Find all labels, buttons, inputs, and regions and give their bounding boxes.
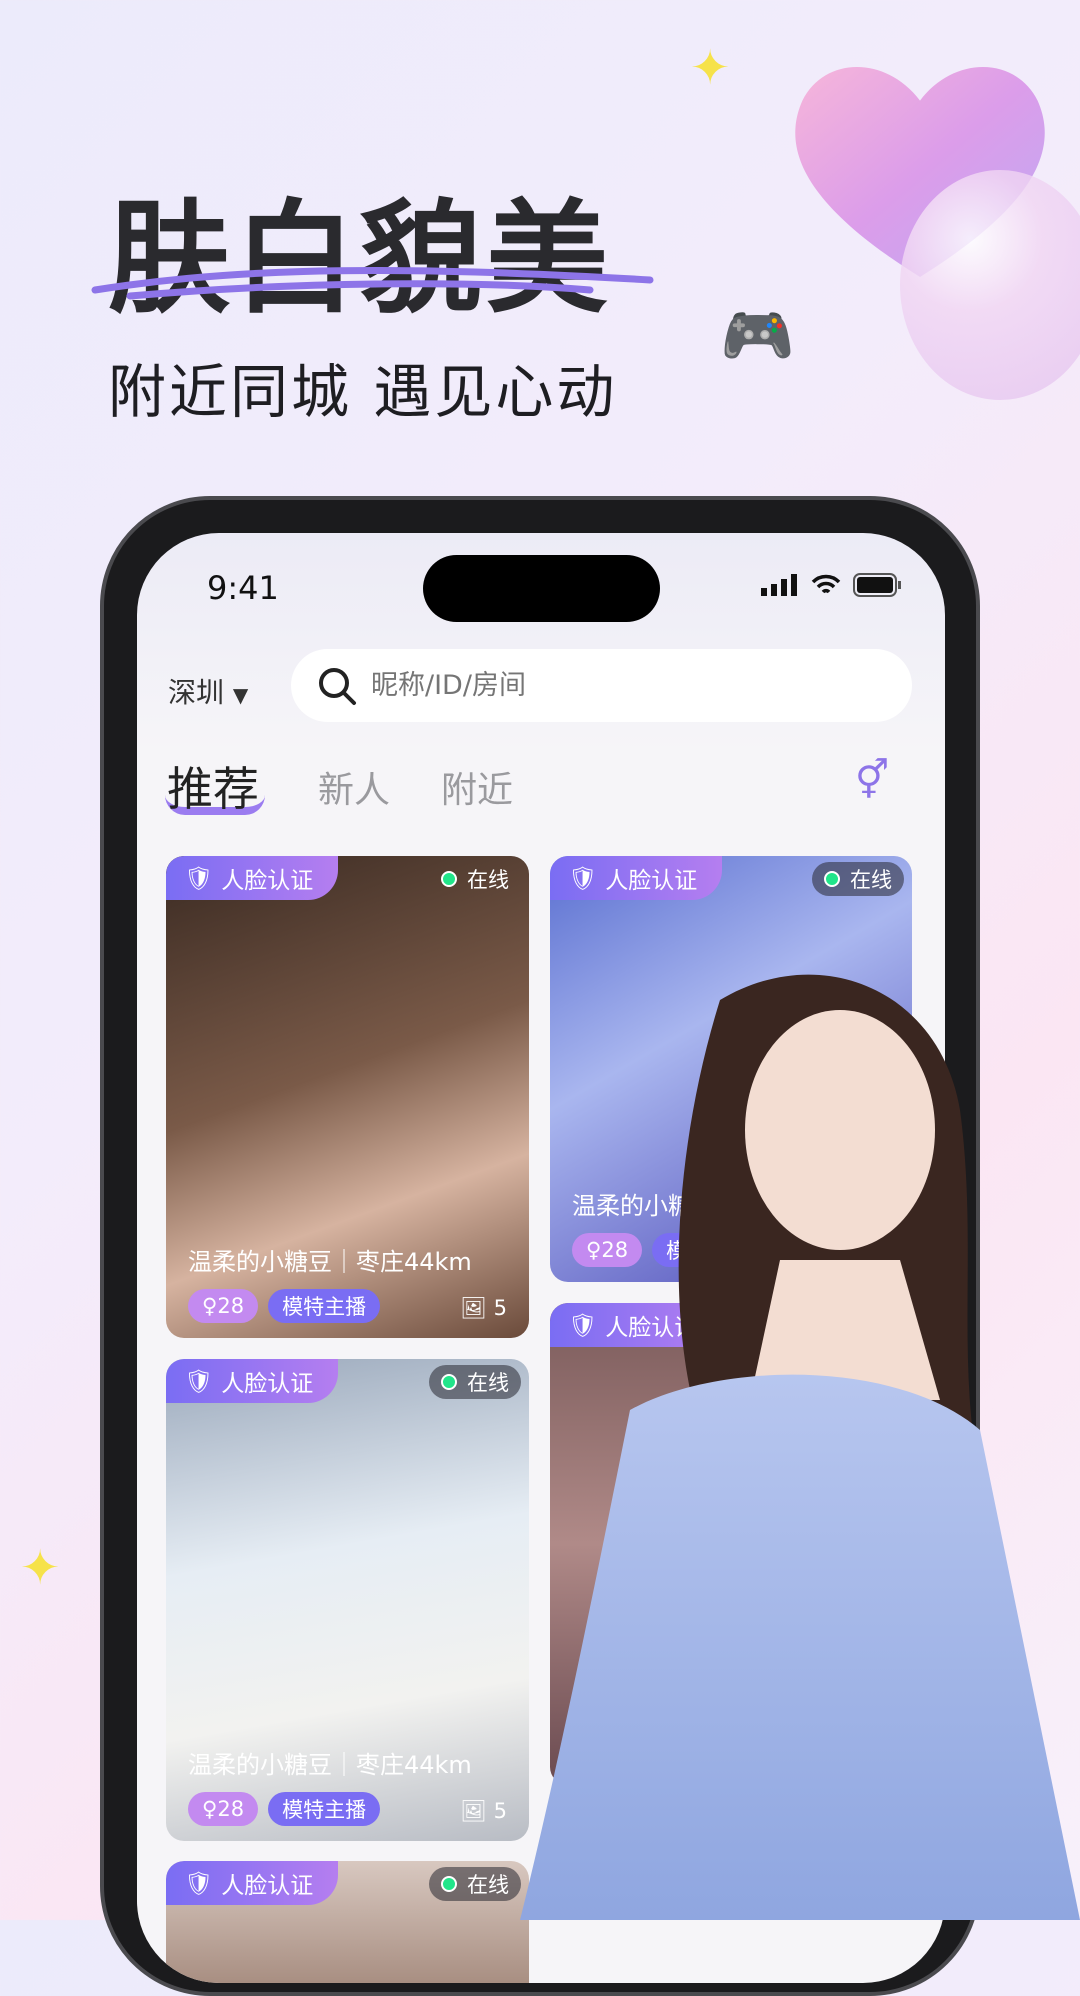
image-icon: 🖼 (460, 1296, 487, 1320)
sparkle-icon: ✦ (20, 1540, 61, 1596)
status-time: 9:41 (207, 569, 279, 607)
decor-bubble (900, 170, 1080, 400)
online-status: 在线 (429, 862, 521, 896)
status-icons (761, 573, 903, 597)
online-status: 在线 (429, 1365, 521, 1399)
image-icon: 🖼 (460, 1799, 487, 1823)
signal-icon (761, 574, 797, 596)
age-tag: ♀ 28 (188, 1289, 259, 1323)
location-selector[interactable]: 深圳 ▼ (168, 671, 248, 711)
status-label: 在线 (467, 868, 509, 892)
tab-nearby[interactable]: 附近 (441, 761, 513, 813)
face-verified-badge: 🛡 人脸认证 (166, 1861, 338, 1905)
search-icon (319, 667, 356, 705)
photo-count: 🖼 5 (460, 1296, 507, 1320)
gender-filter-icon[interactable]: ⚥ (855, 758, 889, 802)
badge-label: 人脸认证 (221, 868, 314, 894)
title-underline-swoosh (91, 267, 654, 300)
profile-card[interactable]: 🛡 人脸认证 在线 (166, 1861, 529, 1983)
shield-check-icon: 🛡 (184, 865, 214, 892)
shield-check-icon: 🛡 (184, 1368, 214, 1395)
battery-icon (853, 573, 901, 597)
gamepad-icon: 🎮 (720, 301, 795, 371)
search-bar[interactable] (291, 649, 912, 722)
profile-card[interactable]: 🛡 人脸认证 在线 温柔的小糖豆｜枣庄44km ♀ 28 模特主播 🖼 5 (166, 856, 529, 1338)
face-verified-badge: 🛡 人脸认证 (166, 856, 338, 900)
promo-title: 肤白貌美 (108, 188, 612, 330)
card-name: 温柔的小糖豆｜枣庄44km (188, 1751, 472, 1779)
face-verified-badge: 🛡 人脸认证 (166, 1359, 338, 1403)
online-status: 在线 (812, 862, 904, 896)
search-input[interactable] (371, 670, 811, 701)
face-verified-badge: 🛡 人脸认证 (550, 856, 722, 900)
caret-down-icon: ▼ (232, 683, 249, 707)
tab-recommend[interactable]: 推荐 (167, 753, 259, 819)
sparkle-icon: ✦ (690, 40, 731, 96)
profile-card[interactable]: 🛡 人脸认证 在线 温柔的小糖豆｜枣庄44km ♀ 28 模特主播 🖼 5 (166, 1359, 529, 1841)
model-photo (520, 974, 1080, 1920)
photo-count: 🖼 5 (460, 1799, 507, 1823)
wifi-icon (811, 574, 841, 594)
tab-new[interactable]: 新人 (318, 761, 390, 813)
promo-subtitle: 附近同城 遇见心动 (108, 358, 618, 426)
shield-check-icon: 🛡 (184, 1870, 214, 1897)
online-status: 在线 (429, 1867, 521, 1901)
role-tag: 模特主播 (268, 1289, 381, 1323)
role-tag: 模特主播 (268, 1792, 381, 1826)
location-label: 深圳 (168, 676, 225, 709)
age-tag: ♀ 28 (188, 1792, 259, 1826)
card-name: 温柔的小糖豆｜枣庄44km (188, 1248, 472, 1276)
dynamic-island (423, 555, 660, 622)
shield-check-icon: 🛡 (568, 865, 598, 892)
